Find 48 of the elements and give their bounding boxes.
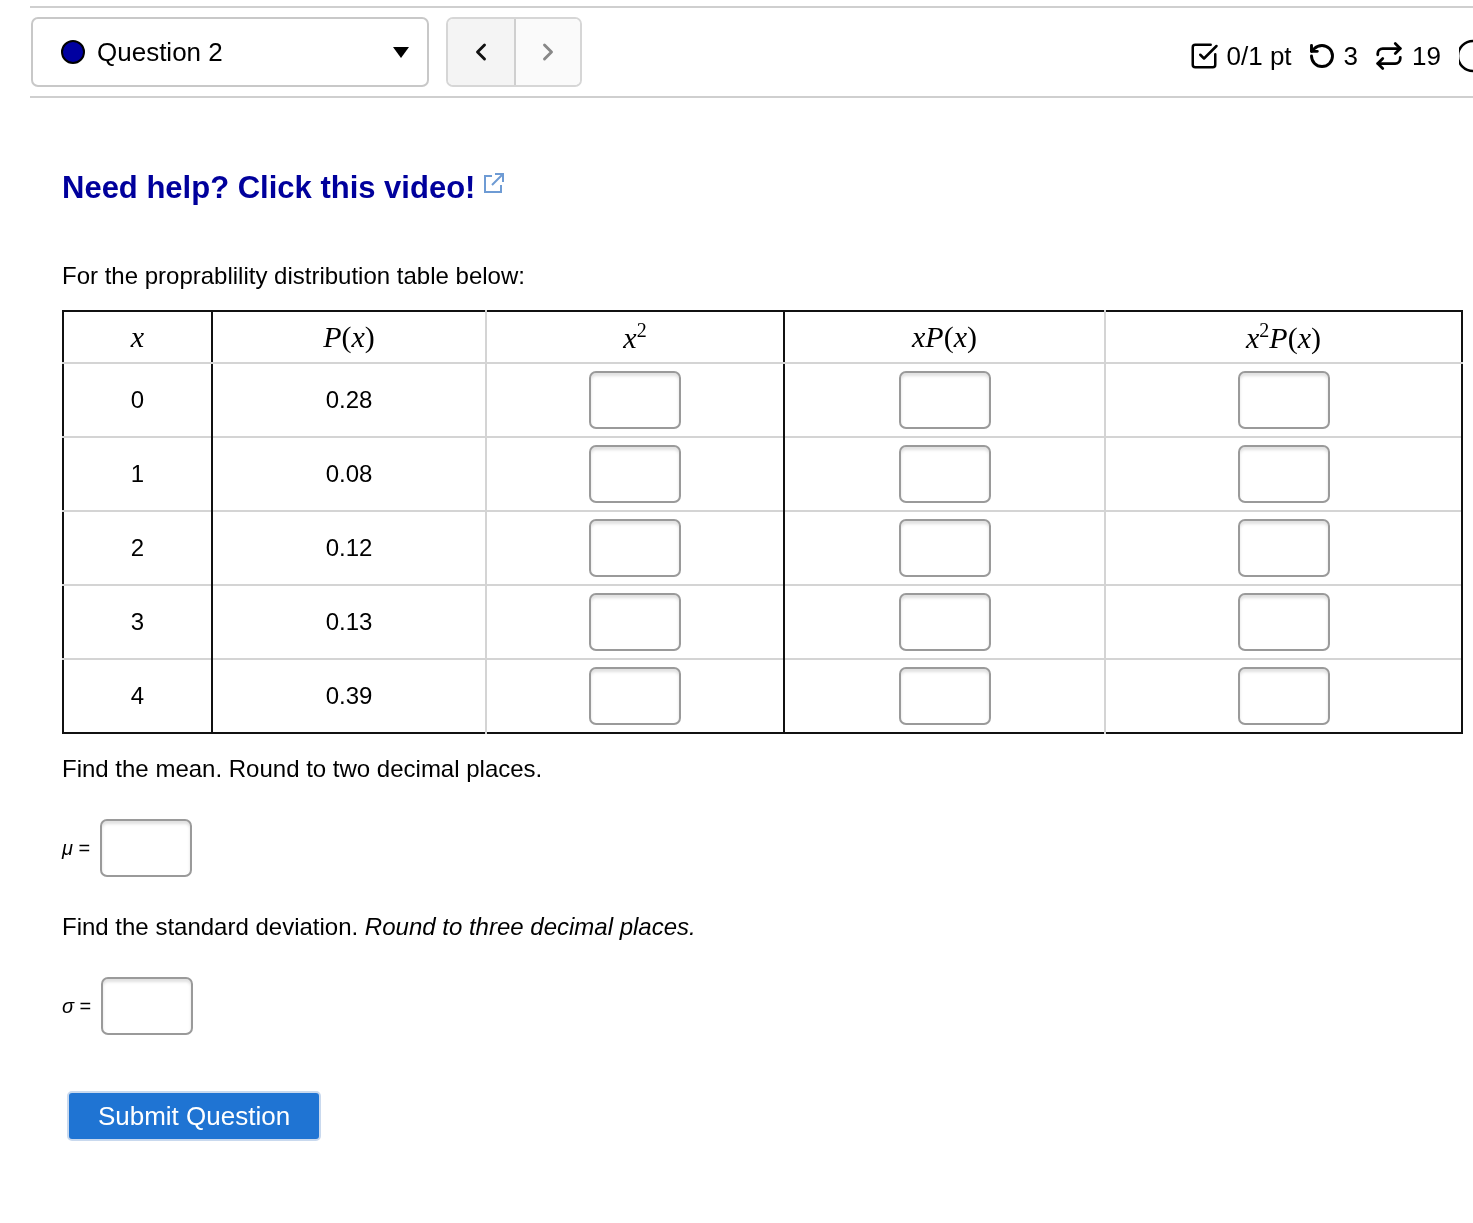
answer-field[interactable]	[898, 371, 991, 429]
column-header: P(x)	[212, 311, 486, 363]
question-prompt: Find the mean. Round to two decimal places.	[62, 754, 544, 784]
status-dot-icon	[61, 40, 85, 64]
answer-field[interactable]	[898, 519, 991, 577]
question-select[interactable]: Question 2	[31, 17, 429, 87]
repeat-icon	[1374, 41, 1405, 71]
caret-icon	[393, 46, 409, 58]
answer-field[interactable]	[1237, 593, 1330, 651]
submit-button[interactable]: Submit Question	[67, 1091, 321, 1141]
table-cell: 0.12	[325, 534, 373, 561]
table-cell: 0.13	[325, 608, 373, 635]
intro-text: For the proprablility distribution table below:	[62, 261, 526, 291]
external-link-icon[interactable]	[483, 172, 506, 194]
attempts-count: 19	[1412, 40, 1441, 72]
answer-field[interactable]	[589, 371, 681, 429]
help-video-link[interactable]: Need help? Click this video!	[62, 168, 476, 208]
table-cell: 0.39	[325, 682, 373, 709]
answer-field[interactable]	[589, 667, 681, 725]
answer-field[interactable]	[898, 445, 991, 503]
answer-field[interactable]	[589, 445, 681, 503]
answer-field[interactable]	[1237, 667, 1330, 725]
symbol-label: σ =	[62, 994, 92, 1018]
column-header: x$^{2}$P(x)	[1105, 311, 1462, 363]
column-header: x	[63, 311, 212, 363]
answer-field[interactable]	[589, 593, 681, 651]
symbol-label: μ =	[62, 836, 91, 860]
table-cell: 3	[130, 608, 145, 635]
retries-count: 3	[1343, 40, 1359, 72]
table-cell: 0.08	[325, 460, 373, 487]
undo-icon	[1307, 42, 1336, 70]
answer-field[interactable]	[898, 593, 991, 651]
answer-field[interactable]	[589, 519, 681, 577]
answer-field[interactable]	[100, 819, 193, 877]
table-cell: 1	[130, 460, 145, 487]
table-cell: 0	[130, 386, 145, 413]
column-header: xP(x)	[784, 311, 1105, 363]
answer-field[interactable]	[1237, 445, 1330, 503]
points-text: 0/1 pt	[1226, 40, 1292, 72]
table-cell: 2	[130, 534, 145, 561]
answer-field[interactable]	[101, 977, 194, 1035]
answer-field[interactable]	[1237, 519, 1330, 577]
question-prompt: Find the standard deviation. Round to three decimal places.	[62, 912, 697, 942]
table-cell: 4	[130, 682, 145, 709]
answer-field[interactable]	[898, 667, 991, 725]
column-header: x$^{2}$	[486, 311, 784, 363]
table-cell: 0.28	[325, 386, 373, 413]
answer-field[interactable]	[1237, 371, 1330, 429]
